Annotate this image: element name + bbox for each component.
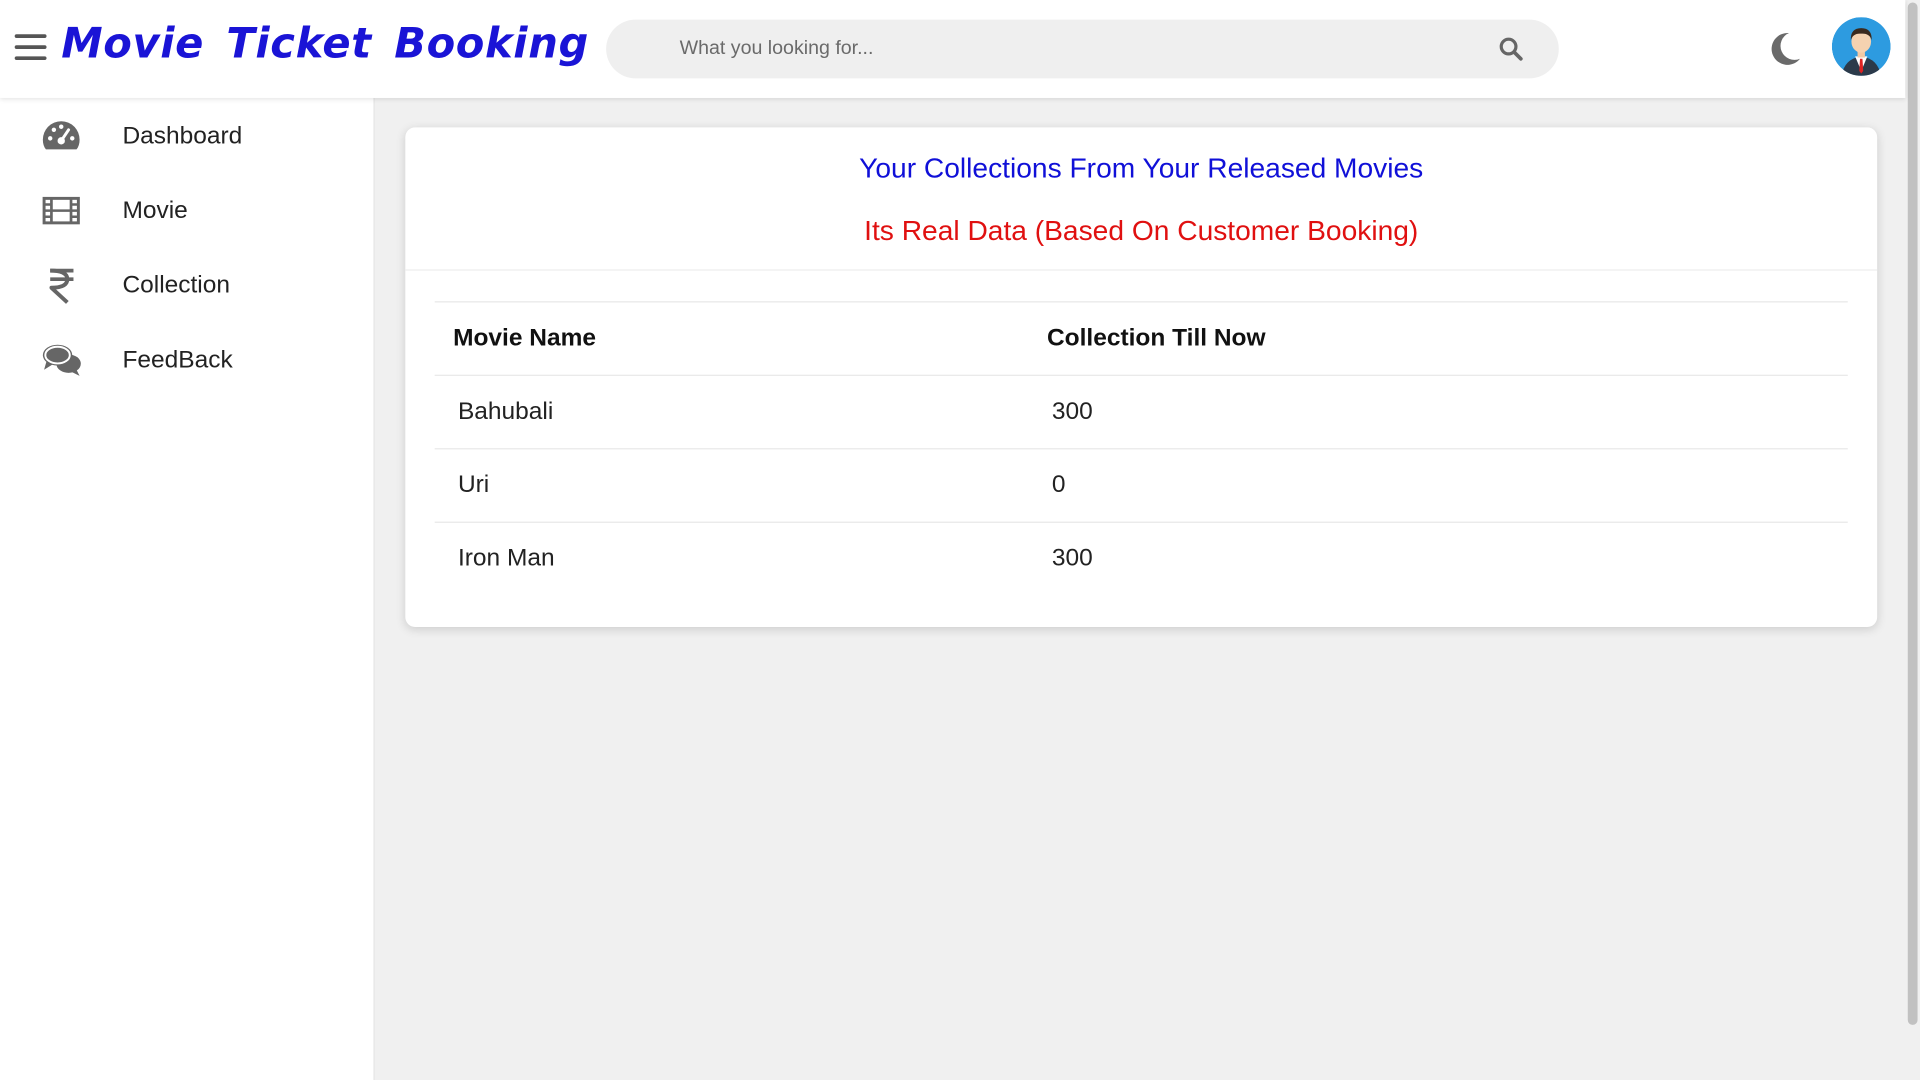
search-input[interactable] [679,19,1476,79]
movie-name-cell: Bahubali [457,397,554,425]
table-row: Bahubali 300 [434,374,1848,448]
app-root: Movie Ticket Booking What you looking fo… [0,0,1920,1080]
movie-name-cell: Iron Man [457,544,555,572]
sidebar-item-label: Movie [122,197,188,225]
collections-table: Movie Name Collection Till Now Bahubali … [434,301,1848,595]
sidebar-item-dashboard[interactable]: Dashboard [0,105,375,166]
search-bar [606,19,1559,79]
card-divider [405,269,1878,271]
sidebar-item-feedback[interactable]: FeedBack [0,329,375,390]
collection-cell: 0 [1051,471,1066,499]
collection-cell: 300 [1051,397,1093,425]
hamburger-icon [14,34,47,38]
search-icon[interactable] [1499,37,1523,61]
page-subtitle: Its Real Data (Based On Customer Booking… [864,214,1419,247]
rupee-icon [49,268,74,304]
speedometer-icon [42,121,80,150]
collections-card: Your Collections From Your Released Movi… [405,127,1878,627]
sidebar-item-label: FeedBack [122,346,233,374]
hamburger-menu-button[interactable] [14,34,47,63]
collection-cell: 300 [1051,544,1093,572]
page-scrollbar[interactable] [1905,0,1920,1080]
sidebar-item-label: Collection [122,271,230,299]
brand-title[interactable]: Movie Ticket Booking [61,20,589,69]
column-header-movie-name: Movie Name [453,324,596,352]
sidebar-item-movie[interactable]: Movie [0,180,375,241]
sidebar-item-collection[interactable]: Collection [0,255,375,316]
sidebar-item-label: Dashboard [122,122,243,150]
top-bar: Movie Ticket Booking [0,0,1906,98]
avatar-icon [1831,17,1891,76]
film-icon [42,196,80,225]
table-body: Bahubali 300 Uri 0 Iron Man 300 [434,374,1848,595]
user-avatar[interactable] [1831,17,1891,76]
scrollbar-thumb[interactable] [1907,2,1918,1025]
comments-icon [42,344,81,376]
movie-name-cell: Uri [457,471,490,499]
table-header-row: Movie Name Collection Till Now [434,301,1848,374]
table-row: Uri 0 [434,448,1848,521]
column-header-collection: Collection Till Now [1046,324,1266,352]
moon-icon[interactable] [1765,29,1804,68]
sidebar: Dashboard Movie Collection FeedBack [0,97,375,1080]
table-row: Iron Man 300 [434,521,1848,595]
page-title: Your Collections From Your Released Movi… [859,151,1424,184]
